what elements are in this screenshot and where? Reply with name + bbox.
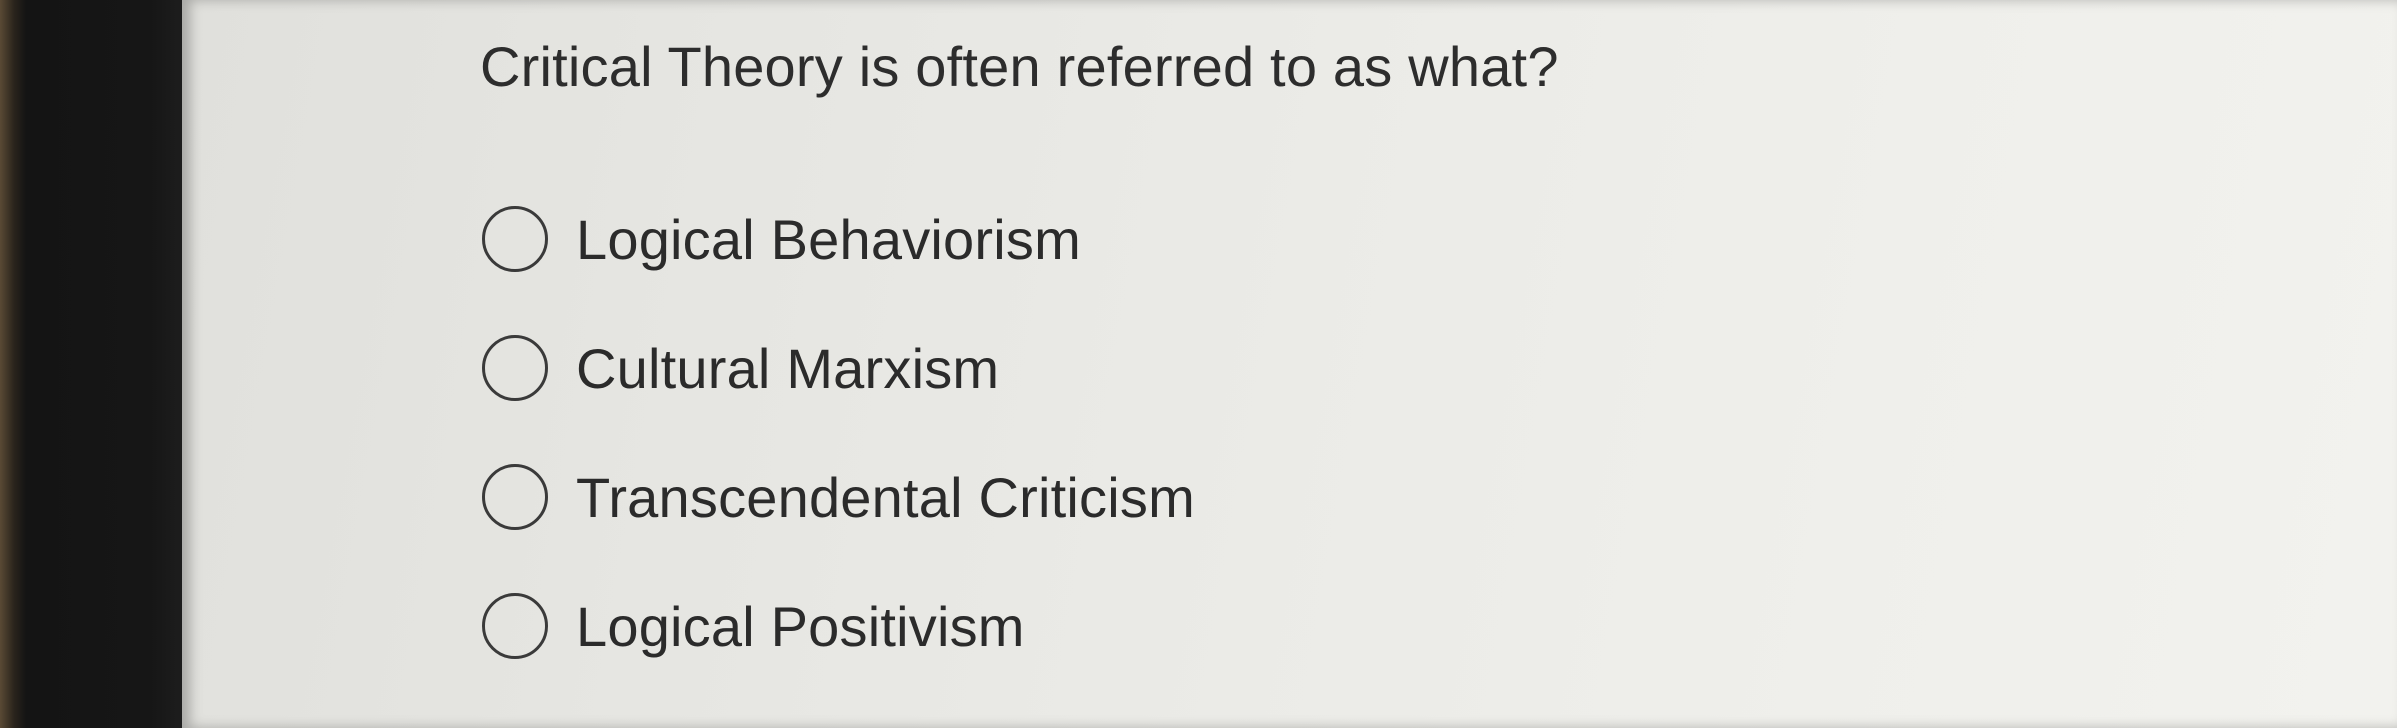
answer-option-logical-behaviorism[interactable]: Logical Behaviorism — [482, 200, 1195, 278]
quiz-screen: Critical Theory is often referred to as … — [182, 0, 2397, 728]
answer-option-cultural-marxism[interactable]: Cultural Marxism — [482, 329, 1195, 407]
radio-button[interactable] — [482, 464, 548, 530]
monitor-bezel — [0, 0, 190, 728]
radio-button[interactable] — [482, 335, 548, 401]
radio-button[interactable] — [482, 593, 548, 659]
answer-options: Logical Behaviorism Cultural Marxism Tra… — [482, 200, 1195, 716]
answer-label[interactable]: Cultural Marxism — [576, 336, 999, 401]
radio-button[interactable] — [482, 206, 548, 272]
question-text: Critical Theory is often referred to as … — [480, 35, 1559, 98]
answer-label[interactable]: Transcendental Criticism — [576, 465, 1195, 530]
answer-option-transcendental-criticism[interactable]: Transcendental Criticism — [482, 458, 1195, 536]
answer-label[interactable]: Logical Positivism — [576, 594, 1025, 659]
answer-label[interactable]: Logical Behaviorism — [576, 207, 1081, 272]
answer-option-logical-positivism[interactable]: Logical Positivism — [482, 587, 1195, 665]
